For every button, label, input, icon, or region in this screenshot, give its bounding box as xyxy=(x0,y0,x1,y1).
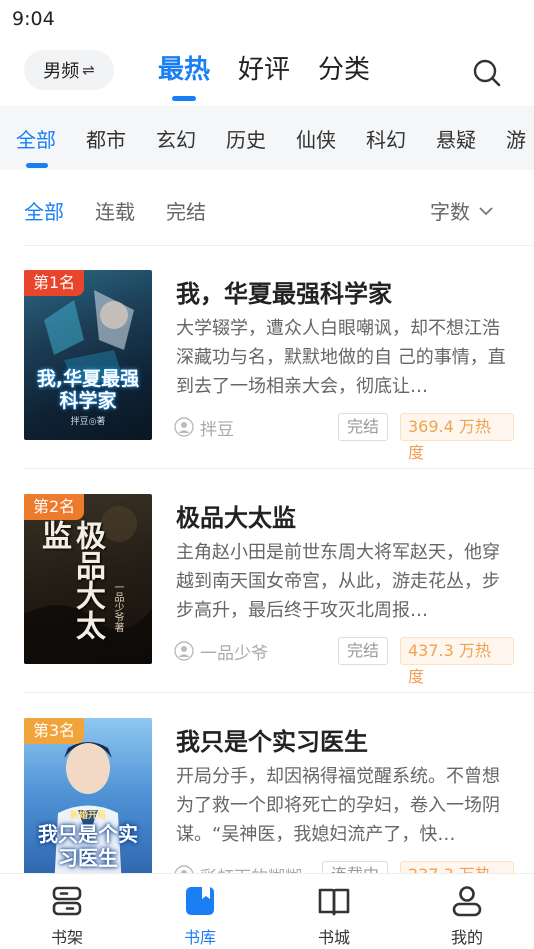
nav-bookshelf[interactable]: 书架 xyxy=(17,874,117,949)
sort-label: 字数 xyxy=(430,200,470,224)
book-author: 拌豆 xyxy=(200,420,234,440)
nav-bookstore[interactable]: 书城 xyxy=(284,874,384,949)
gender-switch-button[interactable]: 男频 ⇌ xyxy=(24,50,114,90)
category-scifi[interactable]: 科幻 xyxy=(366,124,406,153)
category-all[interactable]: 全部 xyxy=(16,124,56,168)
category-mystery[interactable]: 悬疑 xyxy=(436,124,476,153)
bookshelf-icon xyxy=(52,886,82,916)
heat-badge: 369.4 万热度 xyxy=(400,413,514,462)
cover-author: 拌豆◎著 xyxy=(70,417,106,427)
tab-hottest[interactable]: 最热 xyxy=(158,48,210,101)
sort-dropdown[interactable]: 字数 xyxy=(430,196,494,225)
book-cover[interactable]: 第3名 新婚开局 我只是个实习医生 xyxy=(24,718,152,888)
book-author: 一品少爷 xyxy=(200,644,268,664)
search-icon[interactable] xyxy=(470,56,504,90)
book-item[interactable]: 第1名 我,华夏最强科学家 拌豆◎著 我，华夏最强科学家 大学辍学，遭众人白眼嘲… xyxy=(0,270,534,462)
category-strip: 全部 都市 玄幻 历史 仙侠 科幻 悬疑 游 xyxy=(0,106,534,170)
author-avatar-icon xyxy=(174,417,194,437)
rank-badge: 第2名 xyxy=(24,494,85,520)
divider xyxy=(24,468,534,469)
book-item[interactable]: 第2名 极品大太监 一品少爷著 极品大太监 主角赵小田是前世东周大将军赵天，他穿… xyxy=(0,494,534,686)
library-icon xyxy=(186,887,214,915)
profile-icon xyxy=(452,886,482,917)
book-title[interactable]: 极品大太监 xyxy=(176,498,296,533)
cover-author: 新婚开局 xyxy=(69,811,106,821)
main-tabs: 最热 好评 分类 xyxy=(158,48,398,101)
book-description: 开局分手，却因祸得福觉醒系统。不曾想为了救一个即将死亡的孕妇，卷入一场阴谋。“吴… xyxy=(176,766,500,845)
book-description: 大学辍学，遭众人白眼嘲讽，却不想江浩深藏功与名，默默地做的自 己的事情，直到去了… xyxy=(176,318,506,397)
cover-title: 我,华夏最强科学家 xyxy=(36,368,140,412)
cover-author: 一品少爷著 xyxy=(112,582,123,632)
divider xyxy=(24,692,534,693)
nav-label: 书架 xyxy=(50,928,83,947)
book-cover[interactable]: 第1名 我,华夏最强科学家 拌豆◎著 xyxy=(24,270,152,440)
category-game[interactable]: 游 xyxy=(506,124,526,153)
nav-library[interactable]: 书库 xyxy=(150,874,250,949)
category-history[interactable]: 历史 xyxy=(226,124,266,153)
category-urban[interactable]: 都市 xyxy=(86,124,126,153)
heat-badge: 437.3 万热度 xyxy=(400,637,514,686)
filter-all[interactable]: 全部 xyxy=(24,196,64,225)
top-bar: 男频 ⇌ 最热 好评 分类 xyxy=(0,40,534,106)
filter-ongoing[interactable]: 连载 xyxy=(95,196,135,225)
category-xianxia[interactable]: 仙侠 xyxy=(296,124,336,153)
gender-label: 男频 xyxy=(43,61,80,82)
cover-title: 我只是个实习医生 xyxy=(38,822,138,870)
bottom-nav: 书架 书库 书城 我的 xyxy=(0,873,534,949)
book-description: 主角赵小田是前世东周大将军赵天，他穿越到南天国女帝宫，从此，游走花丛，步步高升，… xyxy=(176,542,500,621)
book-title[interactable]: 我，华夏最强科学家 xyxy=(176,274,392,309)
chevron-down-icon xyxy=(479,206,493,215)
status-badge: 完结 xyxy=(338,413,389,441)
nav-label: 书城 xyxy=(317,928,350,947)
status-time: 9:04 xyxy=(12,8,55,30)
book-meta: 拌豆 完结 369.4 万热度 xyxy=(174,413,514,462)
open-book-icon xyxy=(318,888,350,916)
category-fantasy[interactable]: 玄幻 xyxy=(156,124,196,153)
rank-badge: 第3名 xyxy=(24,718,85,744)
status-badge: 完结 xyxy=(338,637,389,665)
author-avatar-icon xyxy=(174,641,194,661)
nav-label: 书库 xyxy=(183,928,216,947)
filter-row: 全部 连载 完结 字数 xyxy=(0,186,534,230)
nav-label: 我的 xyxy=(450,928,483,947)
tab-categories[interactable]: 分类 xyxy=(318,48,370,92)
rank-badge: 第1名 xyxy=(24,270,85,296)
divider xyxy=(24,245,534,246)
book-meta: 一品少爷 完结 437.3 万热度 xyxy=(174,637,514,686)
tab-top-rated[interactable]: 好评 xyxy=(238,48,290,92)
cover-title: 极品大太监 xyxy=(36,520,105,640)
filter-completed[interactable]: 完结 xyxy=(166,196,206,225)
swap-icon: ⇌ xyxy=(82,61,95,79)
book-title[interactable]: 我只是个实习医生 xyxy=(176,722,368,757)
nav-profile[interactable]: 我的 xyxy=(417,874,517,949)
book-cover[interactable]: 第2名 极品大太监 一品少爷著 xyxy=(24,494,152,664)
status-bar: 9:04 xyxy=(0,0,534,38)
